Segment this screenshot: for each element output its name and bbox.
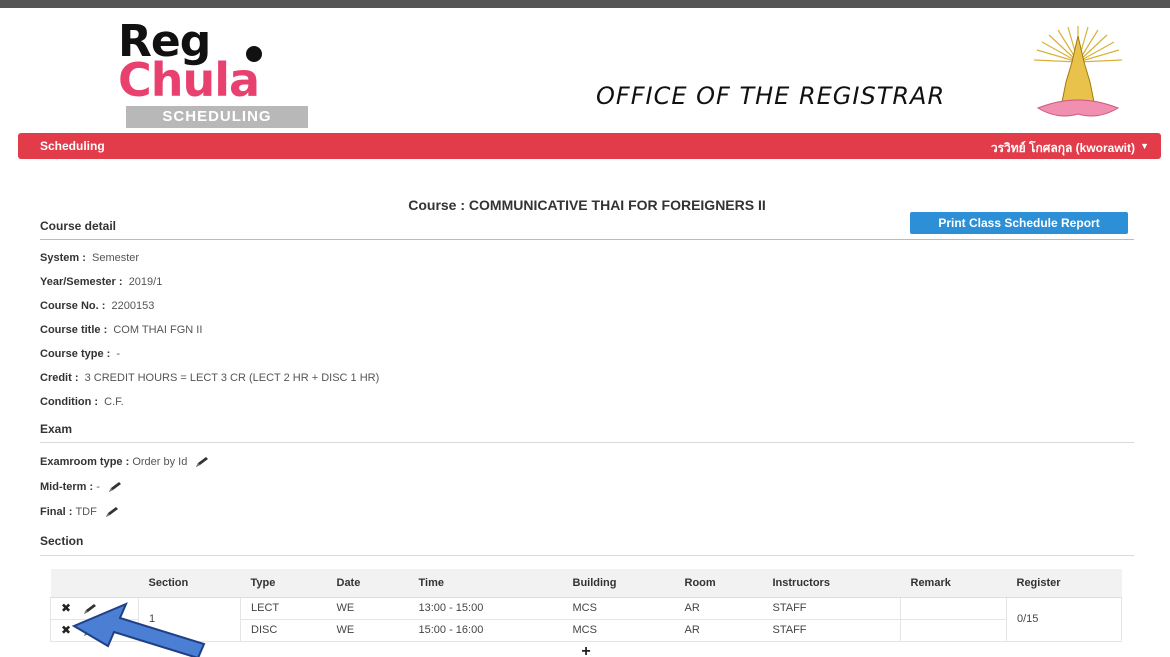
column-header: Section (138, 569, 241, 598)
add-section-icon[interactable]: + (581, 643, 590, 657)
field-value: TDF (75, 506, 97, 518)
register-cell: 0/15 (1006, 597, 1122, 642)
field-value: Semester (91, 252, 140, 264)
instructors-cell: STAFF (762, 619, 901, 642)
room-cell: AR (674, 619, 763, 642)
course-heading: Course : COMMUNICATIVE THAI FOR FOREIGNE… (408, 197, 766, 213)
field-credit: Credit : 3 CREDIT HOURS = LECT 3 CR (LEC… (40, 372, 379, 384)
type-cell: LECT (240, 597, 327, 620)
section-table: Section Type Date Time Building Room Ins… (50, 569, 1122, 657)
divider (40, 239, 1134, 240)
column-header: Register (1006, 569, 1122, 598)
field-condition: Condition : C.F. (40, 396, 124, 408)
course-detail-title: Course detail (40, 219, 117, 233)
room-cell: AR (674, 597, 763, 620)
field-final: Final : TDF (40, 506, 120, 518)
column-header: Instructors (762, 569, 901, 598)
arrow-annotation-icon (71, 602, 206, 657)
field-label: Year/Semester : (40, 276, 123, 288)
field-label: Credit : (40, 372, 79, 384)
field-value: 2019/1 (128, 276, 163, 288)
header: Reg Chula SCHEDULING OFFICE OF THE REGIS… (18, 8, 1161, 133)
logo-scheduling-text: SCHEDULING (126, 106, 308, 128)
field-label: Examroom type : (40, 456, 130, 468)
field-year-semester: Year/Semester : 2019/1 (40, 276, 162, 288)
caret-down-icon[interactable]: ▼ (1140, 141, 1149, 151)
type-cell: DISC (240, 619, 327, 642)
table-header-row: Section Type Date Time Building Room Ins… (50, 569, 1122, 598)
nav-scheduling-link[interactable]: Scheduling (40, 139, 105, 153)
add-row: + (51, 641, 1122, 657)
time-cell: 15:00 - 16:00 (408, 619, 563, 642)
field-course-no: Course No. : 2200153 (40, 300, 154, 312)
field-label: Final : (40, 506, 73, 518)
field-examroom-type: Examroom type : Order by Id (40, 456, 210, 468)
office-title: OFFICE OF THE REGISTRAR (596, 82, 946, 110)
column-header-actions (50, 569, 139, 598)
user-menu[interactable]: วรวิทย์ โกศลกุล (kworawit) (991, 139, 1135, 158)
remark-cell (900, 619, 1007, 642)
column-header: Time (408, 569, 563, 598)
field-value: Order by Id (132, 456, 188, 468)
field-label: Condition : (40, 396, 99, 408)
column-header: Remark (900, 569, 1007, 598)
field-label: Course type : (40, 348, 111, 360)
divider (40, 442, 1134, 443)
instructors-cell: STAFF (762, 597, 901, 620)
reg-chula-logo[interactable]: Reg Chula SCHEDULING (98, 20, 313, 128)
field-value: COM THAI FGN II (113, 324, 203, 336)
add-cell: + (51, 641, 1122, 657)
column-header: Building (562, 569, 675, 598)
field-system: System : Semester (40, 252, 139, 264)
field-label: Course title : (40, 324, 108, 336)
field-label: Course No. : (40, 300, 106, 312)
page-frame: Reg Chula SCHEDULING OFFICE OF THE REGIS… (18, 8, 1161, 657)
remark-cell (900, 597, 1007, 620)
pencil-icon[interactable] (104, 506, 120, 518)
exam-title: Exam (40, 422, 73, 436)
print-class-schedule-button[interactable]: Print Class Schedule Report (910, 212, 1128, 234)
field-value: 2200153 (111, 300, 155, 312)
main-content: Course : COMMUNICATIVE THAI FOR FOREIGNE… (40, 159, 1134, 657)
table-row: ✖ 1 LECT WE 13:00 - 15:00 MCS AR STAFF 0… (50, 597, 1122, 642)
field-value: - (116, 348, 121, 360)
time-cell: 13:00 - 15:00 (408, 597, 563, 620)
logo-chula-text: Chula (118, 53, 260, 107)
field-value: C.F. (104, 396, 124, 408)
date-cell: WE (326, 619, 409, 642)
field-mid-term: Mid-term : - (40, 481, 123, 493)
divider (40, 555, 1134, 556)
chula-emblem-icon (1033, 26, 1123, 117)
section-title: Section (40, 534, 84, 548)
column-header: Room (674, 569, 763, 598)
building-cell: MCS (562, 619, 675, 642)
date-cell: WE (326, 597, 409, 620)
field-course-title: Course title : COM THAI FGN II (40, 324, 202, 336)
pencil-icon[interactable] (194, 456, 210, 468)
top-border (0, 0, 1170, 8)
field-label: System : (40, 252, 86, 264)
field-value: 3 CREDIT HOURS = LECT 3 CR (LECT 2 HR + … (84, 372, 380, 384)
field-course-type: Course type : - (40, 348, 120, 360)
field-label: Mid-term : (40, 481, 94, 493)
column-header: Type (240, 569, 327, 598)
building-cell: MCS (562, 597, 675, 620)
column-header: Date (326, 569, 409, 598)
field-value: - (96, 481, 100, 493)
pencil-icon[interactable] (107, 481, 123, 493)
top-navbar: Scheduling วรวิทย์ โกศลกุล (kworawit) ▼ (18, 133, 1161, 159)
